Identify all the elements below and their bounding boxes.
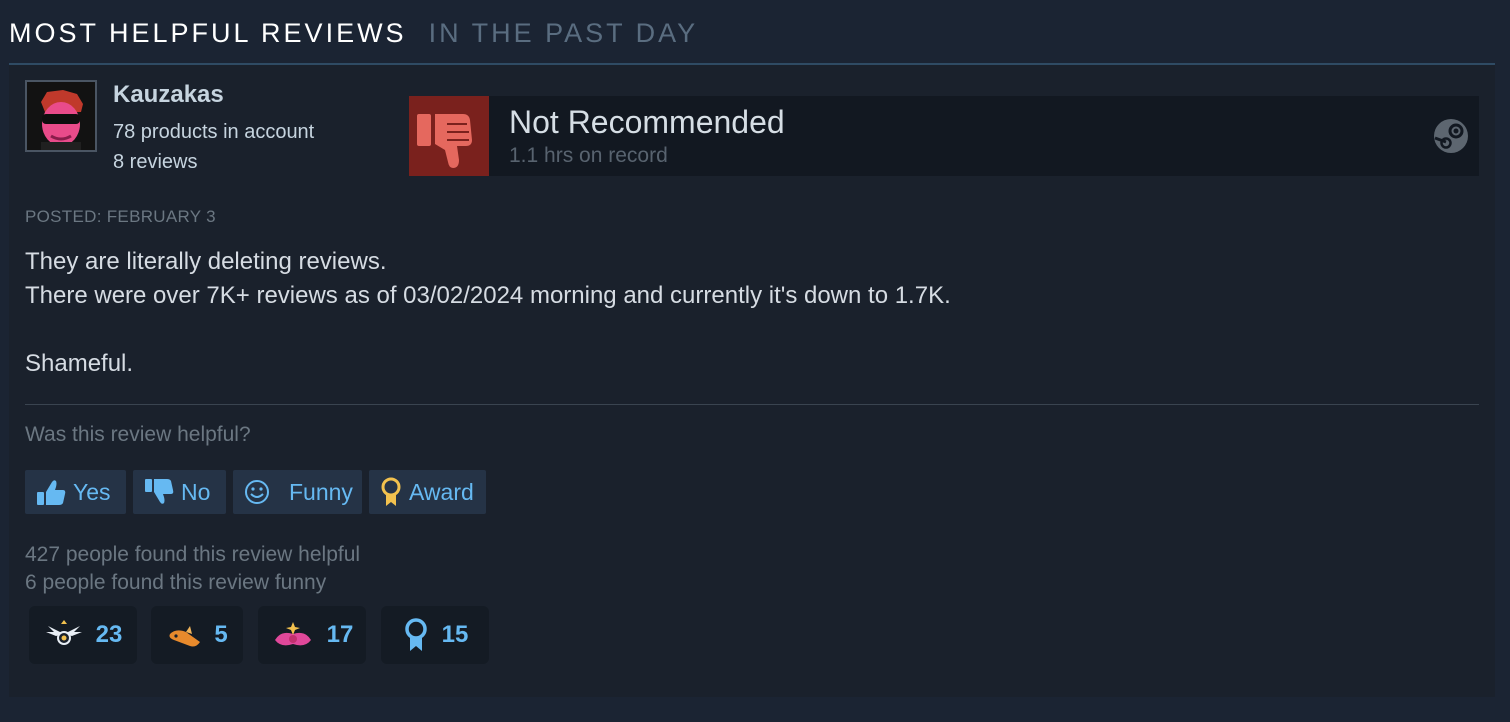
review-line-3 — [25, 313, 1475, 347]
ribbon-medal-icon — [404, 618, 427, 651]
award-count-orange-horn: 5 — [214, 621, 228, 648]
vote-no-button[interactable]: No — [133, 470, 226, 514]
award-chip-ribbon-medal[interactable]: 15 — [381, 606, 489, 664]
award-count-ribbon-medal: 15 — [441, 621, 469, 648]
award-chip-pink-sparkle[interactable]: 17 — [258, 606, 366, 664]
award-button[interactable]: Award — [369, 470, 486, 514]
thumbs-up-icon — [37, 480, 66, 505]
verdict-box[interactable]: Not Recommended 1.1 hrs on record — [409, 96, 1479, 176]
vote-funny-button[interactable]: Funny — [233, 470, 362, 514]
review-text: They are literally deleting reviews. The… — [25, 245, 1475, 381]
award-chip-winged-emblem[interactable]: 23 — [29, 606, 137, 664]
vote-funny-label: Funny — [289, 478, 353, 505]
found-funny-text: 6 people found this review funny — [25, 571, 327, 594]
helpful-prompt: Was this review helpful? — [25, 423, 251, 446]
thumbs-down-small-icon — [145, 479, 174, 504]
hours-on-record: 1.1 hrs on record — [509, 144, 668, 167]
review-line-4: Shameful. — [25, 350, 134, 377]
award-chip-orange-horn[interactable]: 5 — [151, 606, 243, 664]
section-title: MOST HELPFUL REVIEWS — [9, 18, 407, 48]
section-header: MOST HELPFUL REVIEWS IN THE PAST DAY — [9, 18, 698, 49]
avatar[interactable] — [25, 80, 97, 152]
winged-emblem-icon — [45, 620, 82, 645]
verdict-label: Not Recommended — [509, 104, 785, 140]
section-subtitle: IN THE PAST DAY — [428, 18, 699, 48]
products-count-link[interactable]: 78 products in account — [113, 121, 314, 144]
award-count-winged-emblem: 23 — [95, 621, 123, 648]
vote-yes-label: Yes — [73, 478, 111, 505]
vote-no-label: No — [181, 478, 211, 505]
reviews-count-link[interactable]: 8 reviews — [113, 151, 197, 174]
found-helpful-text: 427 people found this review helpful — [25, 543, 361, 566]
verdict-tile — [409, 96, 489, 176]
orange-horn-icon — [169, 626, 201, 647]
review-line-2: There were over 7K+ reviews as of 03/02/… — [25, 282, 951, 309]
smiley-icon — [245, 480, 269, 504]
pink-sparkle-icon — [274, 622, 311, 646]
posted-date: POSTED: FEBRUARY 3 — [25, 207, 216, 226]
award-label: Award — [409, 478, 474, 505]
review-line-1: They are literally deleting reviews. — [25, 248, 387, 275]
award-count-pink-sparkle: 17 — [326, 621, 354, 648]
username-link[interactable]: Kauzakas — [113, 81, 224, 109]
vote-yes-button[interactable]: Yes — [25, 470, 126, 514]
review-divider — [25, 404, 1479, 405]
award-ribbon-icon — [381, 477, 401, 506]
avatar-image — [27, 82, 95, 150]
thumbs-down-icon — [417, 114, 472, 168]
review-card: Kauzakas 78 products in account 8 review… — [9, 65, 1495, 697]
steam-icon — [1434, 119, 1468, 153]
